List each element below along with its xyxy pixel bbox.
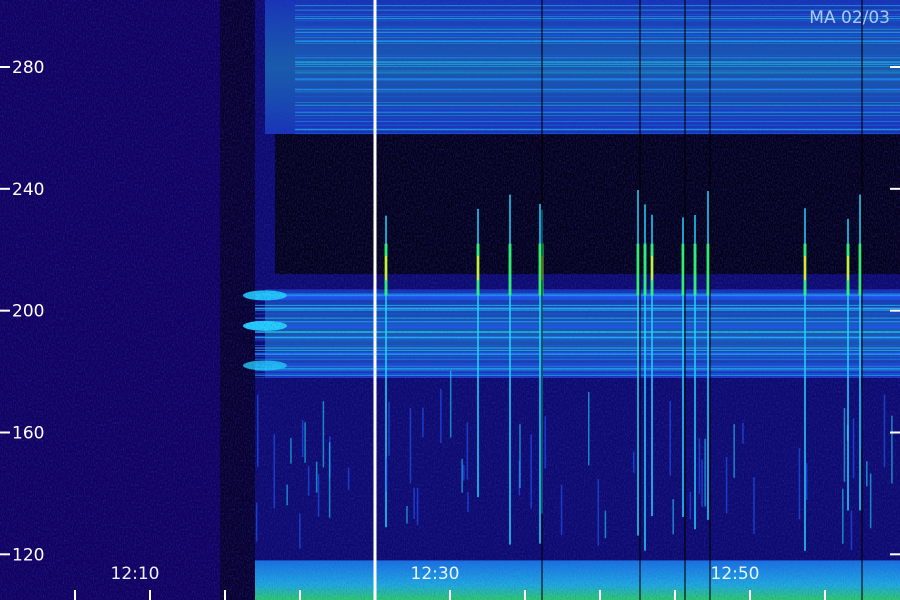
y-tick-label: 160 — [12, 423, 44, 443]
spectrogram-chart: 120 160 200 240 280 12:10 12:30 12:50 MA 02/03 — [0, 0, 900, 600]
y-tick-label: 120 — [12, 545, 44, 565]
x-tick-label: 12:50 — [711, 564, 760, 584]
y-tick-label: 280 — [12, 58, 44, 78]
y-tick-label: 240 — [12, 180, 44, 200]
noise-texture — [0, 0, 900, 600]
y-tick-label: 200 — [12, 302, 44, 322]
x-tick-label: 12:10 — [111, 564, 160, 584]
chart-title: MA 02/03 — [809, 8, 890, 28]
x-tick-label: 12:30 — [411, 564, 460, 584]
